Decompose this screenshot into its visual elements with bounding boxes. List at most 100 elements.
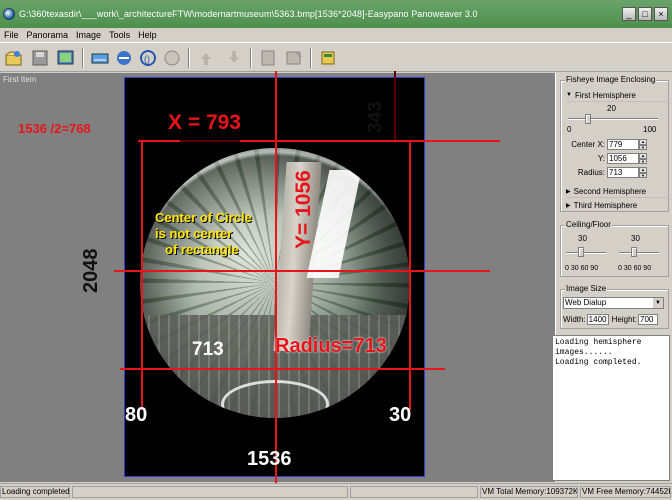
redo-icon[interactable] bbox=[222, 47, 246, 69]
menu-image[interactable]: Image bbox=[72, 30, 105, 40]
status-cell-empty bbox=[72, 486, 348, 498]
height-input[interactable]: 700 bbox=[638, 314, 659, 325]
floor-slider-track[interactable] bbox=[619, 252, 659, 254]
help-book-icon[interactable] bbox=[316, 47, 340, 69]
center-y-label: Y: bbox=[597, 154, 605, 163]
expand-right-icon: ▶ bbox=[566, 203, 571, 209]
vertical-line-right bbox=[409, 140, 411, 410]
width-label: 1536 bbox=[247, 448, 292, 470]
horizontal-line-center bbox=[114, 270, 490, 272]
size-preset-select[interactable]: Web Dialup ▼ bbox=[563, 297, 664, 309]
svg-text:(): () bbox=[144, 54, 150, 64]
status-bar: Loading completed. VM Total Memory:10937… bbox=[0, 483, 672, 500]
center-x-input[interactable]: 779 bbox=[607, 139, 639, 150]
expand-down-icon: ▼ bbox=[566, 92, 572, 98]
second-hemisphere-item[interactable]: ▶ Second Hemisphere bbox=[566, 185, 669, 198]
second-hemisphere-label: Second Hemisphere bbox=[573, 186, 647, 196]
title-bar: G:\360texasdir\___work\_architectureFTW\… bbox=[0, 0, 672, 28]
stitch-icon[interactable] bbox=[88, 47, 112, 69]
blend-icon[interactable] bbox=[112, 47, 136, 69]
right-margin-label: 30 bbox=[389, 404, 412, 426]
menu-panorama[interactable]: Panorama bbox=[23, 30, 73, 40]
height-field-label: Height: bbox=[611, 315, 638, 324]
center-note-line-2: is not center bbox=[155, 226, 233, 241]
radius-label: Radius=713 bbox=[275, 335, 387, 357]
center-y-spinner[interactable]: ▲ ▼ bbox=[639, 153, 647, 164]
height-label: 2048 bbox=[80, 248, 102, 294]
export-icon[interactable] bbox=[282, 47, 306, 69]
toolbar: () bbox=[0, 42, 672, 72]
slider-min: 0 bbox=[567, 125, 572, 134]
center-x-spinner[interactable]: ▲ ▼ bbox=[639, 139, 647, 150]
center-note-line-1: Center of Circle bbox=[155, 210, 252, 225]
maximize-button[interactable]: □ bbox=[638, 7, 652, 21]
center-note: Center of Circle is not center of rectan… bbox=[155, 210, 252, 258]
radius-spinner[interactable]: ▲ ▼ bbox=[639, 167, 647, 178]
first-hemisphere-item[interactable]: ▼ First Hemisphere bbox=[566, 89, 669, 102]
slider-max: 100 bbox=[643, 125, 657, 134]
log-line: images...... bbox=[555, 348, 613, 357]
image-viewer[interactable]: First Item 1536 /2=768 X = 793 343 Y= 10… bbox=[0, 71, 555, 498]
viewer-caption: First Item bbox=[3, 75, 37, 84]
enclosing-group: Fisheye Image Enclosing ▼ First Hemisphe… bbox=[560, 75, 669, 212]
log-line: Loading completed. bbox=[555, 358, 642, 367]
ceiling-floor-title: Ceiling/Floor bbox=[565, 220, 612, 229]
floor-value: 30 bbox=[631, 234, 640, 243]
width-label: Width: bbox=[563, 315, 586, 324]
enclosing-title: Fisheye Image Enclosing bbox=[565, 75, 657, 84]
image-size-title: Image Size bbox=[565, 284, 608, 293]
log-output[interactable]: Loading hemisphere images...... Loading … bbox=[552, 335, 670, 481]
expand-right-icon: ▶ bbox=[566, 188, 571, 195]
vm-free-memory: VM Free Memory:74452K bbox=[580, 486, 671, 498]
center-note-line-3: of rectangle bbox=[165, 242, 239, 257]
window-title: G:\360texasdir\___work\_architectureFTW\… bbox=[19, 9, 478, 19]
enclosing-slider-thumb[interactable] bbox=[585, 114, 591, 124]
vertical-line-top-offset bbox=[394, 71, 396, 140]
top-offset-label: 343 bbox=[365, 101, 386, 133]
third-hemisphere-item[interactable]: ▶ Third Hemisphere bbox=[566, 199, 669, 212]
menu-help[interactable]: Help bbox=[134, 30, 161, 40]
y-label: Y= 1056 bbox=[292, 170, 315, 249]
radius-field-label: Radius: bbox=[577, 168, 605, 177]
app-icon[interactable] bbox=[3, 8, 15, 20]
status-message: Loading completed. bbox=[0, 486, 70, 498]
vm-total-memory: VM Total Memory:109372K bbox=[480, 486, 578, 498]
center-x-label: Center X: bbox=[571, 140, 605, 149]
import-icon[interactable] bbox=[54, 47, 78, 69]
horizontal-line-top-short bbox=[180, 140, 240, 142]
auto-icon[interactable]: () bbox=[136, 47, 160, 69]
enclosing-slider-track[interactable] bbox=[568, 118, 658, 120]
menu-tools[interactable]: Tools bbox=[105, 30, 134, 40]
menu-bar: File Panorama Image Tools Help bbox=[0, 28, 672, 41]
status-cell-empty bbox=[350, 486, 478, 498]
ceiling-slider-track[interactable] bbox=[566, 252, 606, 254]
ceiling-floor-group: Ceiling/Floor 30 30 0 30 60 90 0 30 60 9… bbox=[560, 220, 669, 277]
width-input[interactable]: 1400 bbox=[586, 314, 609, 325]
minimize-button[interactable]: _ bbox=[622, 7, 636, 21]
ceiling-ticks: 0 30 60 90 bbox=[565, 265, 599, 272]
close-button[interactable]: × bbox=[654, 7, 668, 21]
center-y-input[interactable]: 1056 bbox=[607, 153, 639, 164]
radius-left-label: 713 bbox=[192, 339, 224, 360]
half-width-label: 1536 /2=768 bbox=[18, 121, 91, 136]
left-margin-label: 80 bbox=[125, 404, 148, 426]
floor-ticks: 0 30 60 90 bbox=[618, 265, 652, 272]
vertical-line-left bbox=[141, 140, 143, 410]
ceiling-slider-thumb[interactable] bbox=[578, 247, 584, 257]
undo-icon[interactable] bbox=[194, 47, 218, 69]
size-preset-value: Web Dialup bbox=[565, 298, 607, 307]
radius-input[interactable]: 713 bbox=[607, 167, 639, 178]
menu-file[interactable]: File bbox=[0, 30, 23, 40]
floor-slider-thumb[interactable] bbox=[631, 247, 637, 257]
sphere-icon[interactable] bbox=[160, 47, 184, 69]
horizontal-line-bottom bbox=[120, 368, 445, 370]
x-label: X = 793 bbox=[168, 111, 241, 134]
publish-icon[interactable] bbox=[256, 47, 280, 69]
chevron-down-icon[interactable]: ▼ bbox=[653, 298, 663, 308]
vertical-line-center bbox=[275, 71, 277, 498]
log-line: Loading hemisphere bbox=[555, 338, 642, 347]
third-hemisphere-label: Third Hemisphere bbox=[573, 201, 638, 210]
save-icon[interactable] bbox=[28, 47, 52, 69]
open-icon[interactable] bbox=[2, 47, 26, 69]
ceiling-value: 30 bbox=[578, 234, 587, 243]
